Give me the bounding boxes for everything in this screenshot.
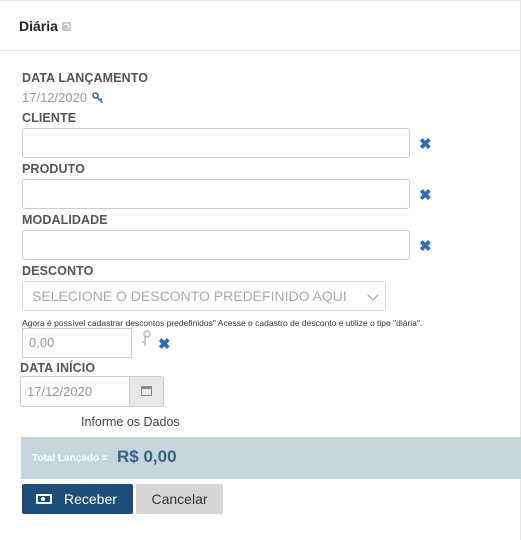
total-value: R$ 0,00 (117, 447, 177, 466)
panel-header: Diária (0, 1, 520, 51)
total-bar: Total Lançado = R$ 0,00 (21, 437, 521, 479)
desconto-label: DESCONTO (22, 264, 94, 278)
data-inicio-input[interactable]: 17/12/2020 (20, 376, 130, 407)
cliente-label: CLIENTE (22, 111, 77, 125)
modalidade-label: MODALIDADE (22, 213, 108, 227)
page-title: Diária (19, 18, 58, 34)
calendar-icon (141, 386, 152, 396)
cliente-input[interactable] (22, 128, 410, 158)
data-inicio-label: DATA INÍCIO (20, 361, 96, 375)
data-lancamento-value: 17/12/2020 (22, 90, 88, 105)
clear-modalidade-icon[interactable]: ✖ (419, 239, 432, 254)
clear-desconto-icon[interactable]: ✖ (158, 337, 171, 352)
produto-input[interactable] (22, 179, 410, 209)
data-lancamento-label: DATA LANÇAMENTO (22, 71, 149, 85)
desconto-select[interactable]: SELECIONE O DESCONTO PREDEFINIDO AQUI (22, 281, 386, 311)
key-icon[interactable] (92, 92, 104, 104)
receber-label: Receber (64, 491, 117, 507)
money-icon (36, 494, 52, 504)
modalidade-input[interactable] (22, 230, 410, 260)
total-label: Total Lançado = (32, 453, 108, 464)
chevron-down-icon (367, 289, 379, 301)
desconto-help-text: Agora é possível cadastrar descontos pre… (22, 318, 423, 328)
external-link-icon[interactable] (62, 22, 71, 31)
desconto-valor-placeholder: 0,00 (29, 335, 55, 350)
desconto-valor-input[interactable]: 0,00 (22, 328, 132, 358)
info-text: Informe os Dados (81, 415, 180, 429)
produto-label: PRODUTO (22, 162, 85, 176)
clear-cliente-icon[interactable]: ✖ (419, 137, 432, 152)
calendar-button[interactable] (130, 376, 164, 407)
receber-button[interactable]: Receber (22, 484, 133, 514)
desconto-select-value: SELECIONE O DESCONTO PREDEFINIDO AQUI (32, 288, 347, 304)
percent-key-icon[interactable] (138, 330, 152, 348)
cancelar-button[interactable]: Cancelar (136, 484, 223, 514)
clear-produto-icon[interactable]: ✖ (419, 188, 432, 203)
data-inicio-value: 17/12/2020 (27, 384, 93, 399)
